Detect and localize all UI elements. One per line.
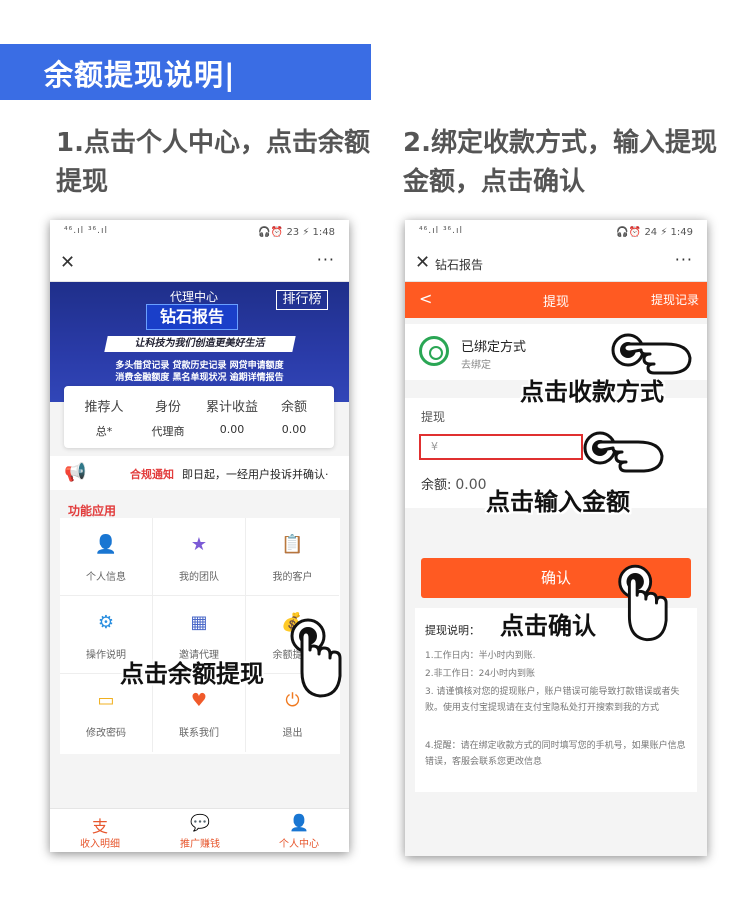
phone-screenshot-personal-center: ⁴⁶.ıl ³⁶.ıl 🎧⏰ 23 ⚡ 1:48 ✕ ··· 代理中心 钻石报告… [50, 220, 349, 852]
explanation-item: 4.提醒：请在绑定收款方式的同时填写您的手机号，如果账户信息错误，客服会联系您更… [425, 741, 686, 767]
bind-link[interactable]: 去绑定 [461, 356, 491, 371]
tab-income[interactable]: 支 收入明细 [50, 813, 150, 850]
stat-value: 0.00 [219, 423, 245, 436]
grid-label: 退出 [282, 728, 303, 739]
page-title: 余额提现说明| [44, 58, 236, 92]
balance-value: 0.00 [455, 477, 487, 493]
status-right: 🎧⏰ 24 ⚡ 1:49 [616, 227, 693, 238]
amount-placeholder: ¥ [431, 440, 438, 453]
tab-personal-center[interactable]: 👤 个人中心 [249, 813, 349, 850]
status-bar: ⁴⁶.ıl ³⁶.ıl 🎧⏰ 23 ⚡ 1:48 [50, 220, 349, 246]
agent-center-label: 代理中心 [170, 290, 219, 304]
tab-label: 收入明细 [80, 839, 120, 850]
pointing-hand-icon [611, 333, 692, 375]
grid-item-team[interactable]: ★ 我的团队 [153, 518, 246, 596]
tab-promote[interactable]: 💬 推广赚钱 [150, 813, 250, 850]
status-bar: ⁴⁶.ıl ³⁶.ıl 🎧⏰ 24 ⚡ 1:49 [405, 220, 707, 246]
explanation-item: 2.非工作日：24小时内到账 [425, 669, 536, 679]
webview-nav: ✕ ··· [50, 246, 349, 282]
notice-text: 即日起，一经用户投诉并确认· [182, 468, 329, 481]
user-icon: 👤 [289, 813, 309, 832]
explanation-item: 3. 请谨慎核对您的提现账户，账户错误可能导致打款错误或者失败。使用支付宝提现请… [425, 687, 680, 713]
withdraw-header: < 提现 提现记录 [405, 282, 707, 318]
grid-label: 我的团队 [179, 572, 219, 583]
banner-features-2: 消费金融额度 黑名单现状况 逾期详情报告 [115, 373, 284, 383]
amount-label: 提现 [421, 410, 446, 424]
close-icon[interactable]: ✕ [60, 252, 75, 273]
grid-label: 我的客户 [272, 572, 313, 583]
overlay-click-withdraw: 点击余额提现 [120, 660, 264, 688]
signal-icon: ⁴⁶.ıl ³⁶.ıl [64, 226, 109, 236]
stat-earnings: 累计收益 0.00 [202, 396, 262, 436]
bank-logo-icon [419, 336, 449, 366]
signal-icon: ⁴⁶.ıl ³⁶.ıl [419, 226, 464, 236]
section-title: 功能应用 [68, 504, 117, 518]
overlay-click-amount: 点击输入金额 [486, 488, 630, 516]
overlay-click-confirm: 点击确认 [500, 612, 596, 640]
stat-value: 0.00 [281, 423, 307, 436]
webview-nav: ✕ 钻石报告 ··· [405, 246, 707, 282]
pointing-hand-icon [618, 564, 668, 642]
card-icon: ▭ [97, 690, 115, 711]
phone-screenshot-withdraw: ⁴⁶.ıl ³⁶.ıl 🎧⏰ 24 ⚡ 1:49 ✕ 钻石报告 ··· < 提现… [405, 220, 707, 856]
stat-value: 总* [95, 425, 113, 438]
webview-title: 钻石报告 [435, 258, 484, 272]
banner-slogan: 让科技为我们创造更美好生活 [104, 336, 296, 352]
stat-referrer: 推荐人 总* [74, 396, 134, 439]
stat-label: 身份 [154, 400, 181, 415]
megaphone-icon: 📢 [64, 462, 87, 483]
close-icon[interactable]: ✕ [415, 252, 430, 273]
bound-method-title: 已绑定方式 [461, 340, 527, 355]
overlay-click-method: 点击收款方式 [520, 378, 664, 406]
explanation-title: 提现说明： [425, 624, 480, 637]
grid-label: 联系我们 [179, 728, 219, 739]
bottom-tabbar: 支 收入明细 💬 推广赚钱 👤 个人中心 [50, 808, 349, 852]
pointing-hand-icon [583, 431, 664, 473]
notice-bar[interactable]: 📢 合规通知 即日起，一经用户投诉并确认· [50, 456, 349, 490]
star-icon: ★ [190, 534, 208, 555]
heart-icon: ♥ [190, 690, 208, 711]
pointing-hand-icon [290, 618, 342, 698]
stats-card: 推荐人 总* 身份 代理商 累计收益 0.00 余额 0.00 [64, 386, 334, 448]
explanation-item: 1.工作日内：半小时内到账. [425, 651, 536, 661]
balance-display: 余额: 0.00 [421, 474, 487, 493]
grid-label: 修改密码 [86, 728, 126, 739]
stat-label: 累计收益 [205, 400, 258, 415]
step-2-caption: 2.绑定收款方式，输入提现金额，点击确认 [403, 128, 717, 197]
step-1-caption: 1.点击个人中心，点击余额提现 [56, 128, 370, 197]
grid-label: 个人信息 [86, 572, 126, 583]
more-icon[interactable]: ··· [675, 250, 693, 269]
alipay-icon: 支 [91, 817, 108, 836]
stat-label: 余额 [280, 400, 307, 415]
stat-value: 代理商 [151, 425, 185, 438]
withdraw-records-link[interactable]: 提现记录 [651, 291, 699, 308]
status-right: 🎧⏰ 23 ⚡ 1:48 [258, 227, 335, 238]
chat-icon: 💬 [190, 813, 210, 832]
amount-input[interactable]: ¥ [419, 434, 583, 460]
gear-icon: ⚙ [97, 612, 115, 633]
more-icon[interactable]: ··· [317, 250, 335, 269]
user-icon: 👤 [94, 534, 118, 555]
promo-banner: 代理中心 钻石报告 排行榜 让科技为我们创造更美好生活 多头借贷记录 贷款历史记… [50, 282, 349, 402]
qrcode-icon: ▦ [190, 612, 208, 633]
header-banner: 余额提现说明| [0, 44, 371, 100]
tab-label: 个人中心 [279, 839, 319, 850]
grid-item-profile[interactable]: 👤 个人信息 [60, 518, 153, 596]
notice-title: 合规通知 [130, 468, 174, 481]
report-title: 钻石报告 [146, 304, 238, 330]
tab-label: 推广赚钱 [180, 839, 220, 850]
stat-role: 身份 代理商 [138, 396, 198, 439]
rank-button[interactable]: 排行榜 [276, 290, 328, 310]
balance-label: 余额: [421, 478, 452, 493]
clipboard-icon: 📋 [281, 534, 304, 555]
stat-label: 推荐人 [84, 400, 124, 415]
grid-item-clients[interactable]: 📋 我的客户 [246, 518, 339, 596]
stat-balance: 余额 0.00 [264, 396, 324, 436]
